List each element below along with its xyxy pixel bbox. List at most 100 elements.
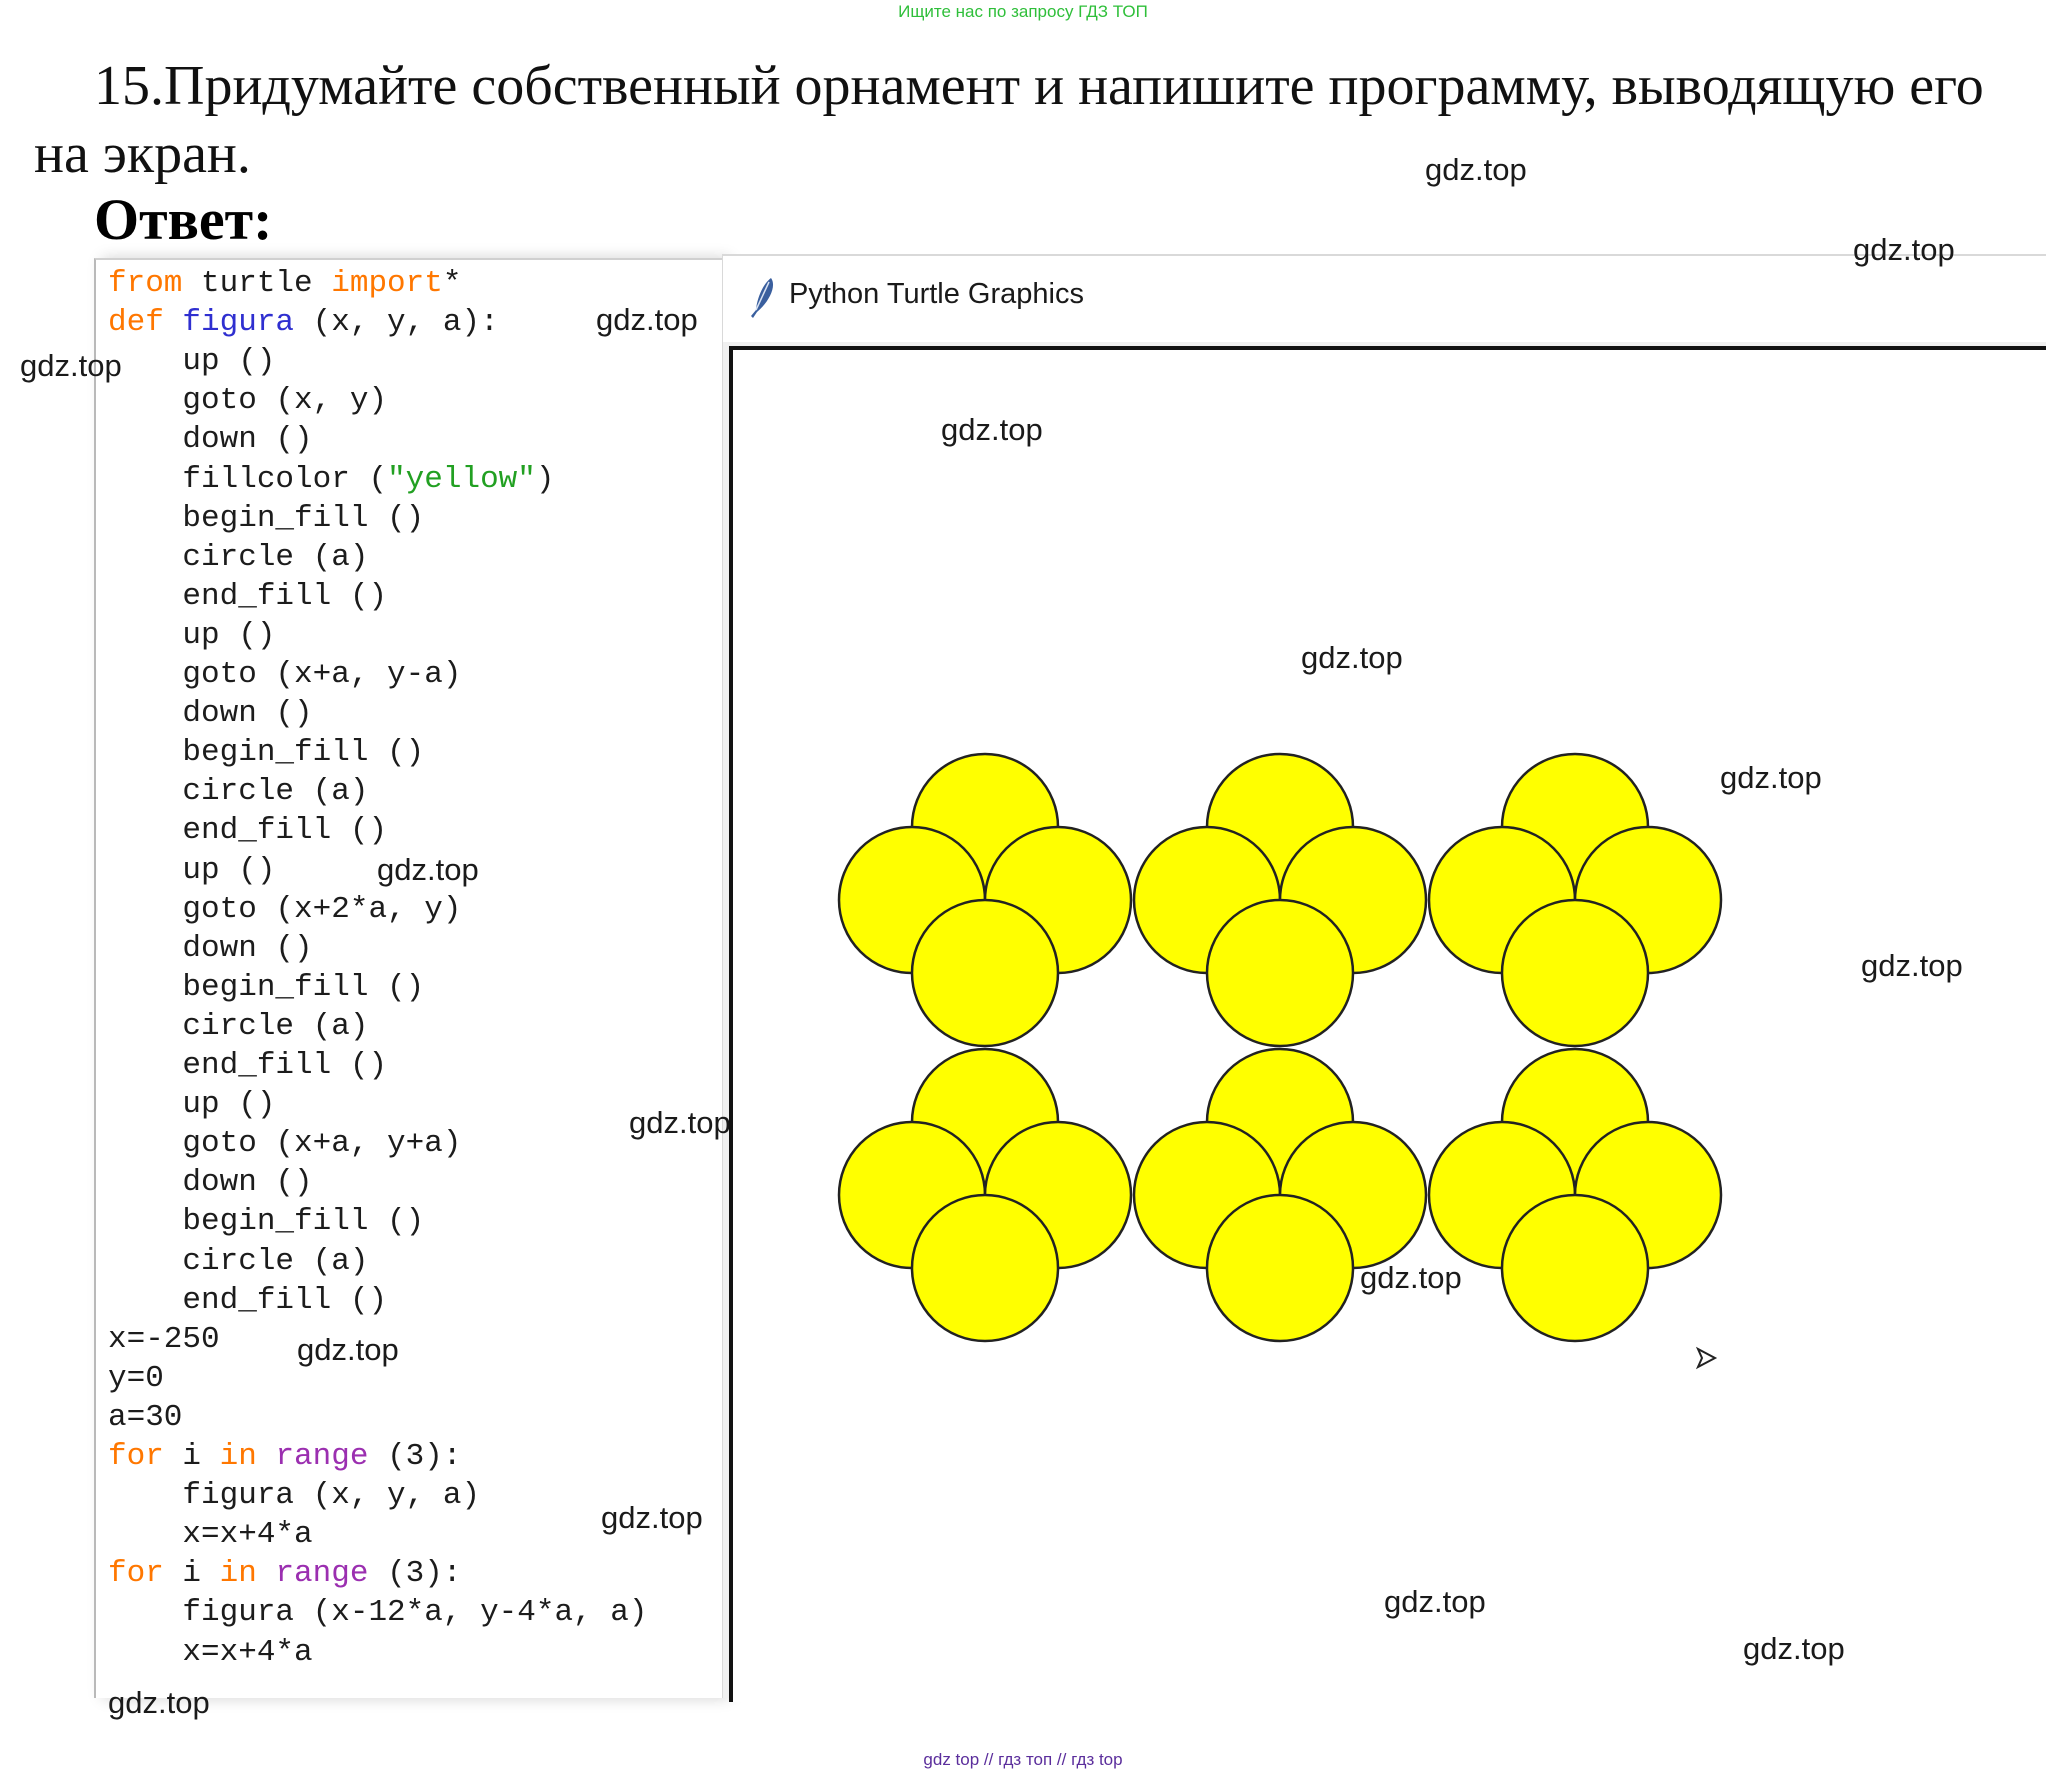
code-line: begin_fill ()	[108, 499, 424, 538]
code-token: "yellow"	[387, 461, 536, 497]
code-line: down ()	[108, 1163, 312, 1202]
code-line: end_fill ()	[108, 1281, 387, 1320]
watermark-text: gdz.top	[1360, 1260, 1462, 1295]
code-line: figura (x, y, a)	[108, 1476, 480, 1515]
code-token: def	[108, 305, 164, 341]
code-line: up ()	[108, 1085, 275, 1124]
watermark-text: gdz.top	[1743, 1631, 1845, 1666]
ornament-figure	[1132, 752, 1428, 1048]
footer-note: gdz top // гдз топ // гдз top	[923, 1750, 1123, 1769]
code-token: fillcolor (	[182, 461, 388, 497]
watermark-text: gdz.top	[629, 1105, 731, 1140]
watermark-text: gdz.top	[1853, 232, 1955, 267]
code-token: up ()	[182, 617, 276, 653]
code-line: end_fill ()	[108, 577, 387, 616]
code-line: x=x+4*a	[108, 1515, 313, 1554]
top-note: Ищите нас по запросу ГДЗ ТОП	[898, 2, 1148, 21]
code-token: up ()	[182, 852, 276, 888]
code-token: figura (x, y, a)	[182, 1478, 481, 1514]
code-token: begin_fill ()	[182, 1204, 425, 1240]
code-token: begin_fill ()	[182, 735, 425, 771]
code-line: up ()	[108, 616, 275, 655]
code-line: begin_fill ()	[108, 1202, 424, 1241]
ornament-circle	[1205, 898, 1355, 1048]
watermark-text: gdz.top	[596, 302, 698, 337]
task-number: 15.	[94, 55, 164, 117]
window-title: Python Turtle Graphics	[789, 278, 1084, 310]
code-line: circle (a)	[108, 538, 368, 577]
code-token: goto (x+2*a, y)	[182, 891, 462, 927]
code-token: (x, y, a):	[294, 305, 499, 341]
code-token: down ()	[182, 930, 313, 966]
code-line: circle (a)	[108, 1242, 368, 1281]
watermark-text: gdz.top	[297, 1332, 399, 1367]
code-editor[interactable]: from turtle import* def figura (x, y, a):…	[94, 258, 722, 1698]
code-token: goto (x, y)	[182, 383, 388, 419]
code-token: turtle	[182, 266, 332, 301]
ornament-circle	[910, 898, 1060, 1048]
code-token: figura (x-12*a, y-4*a, a)	[182, 1595, 648, 1631]
code-token: from	[108, 266, 183, 301]
ornament-drawing	[837, 752, 1723, 1370]
code-token: (3):	[368, 1556, 462, 1592]
window-titlebar[interactable]: Python Turtle Graphics	[723, 256, 2046, 342]
code-token: end_fill ()	[182, 1048, 388, 1083]
code-token: i	[163, 1439, 220, 1474]
code-token: a=30	[108, 1399, 183, 1435]
feather-icon	[751, 278, 774, 318]
watermark-text: gdz.top	[941, 412, 1043, 447]
code-line: begin_fill ()	[108, 968, 424, 1007]
code-token: up ()	[182, 1087, 276, 1123]
code-token: circle (a)	[182, 1008, 369, 1044]
watermark-text: gdz.top	[1720, 760, 1822, 795]
code-token: end_fill ()	[182, 813, 388, 849]
answer-label: Ответ:	[94, 187, 273, 252]
ornament-circle	[1205, 1193, 1355, 1343]
ornament-circle	[910, 1193, 1060, 1343]
code-line: x=-250	[108, 1320, 220, 1359]
code-token: x=x+4*a	[182, 1517, 313, 1553]
code-line: goto (x, y)	[108, 381, 387, 420]
code-token: end_fill ()	[182, 578, 388, 614]
watermark-text: gdz.top	[601, 1500, 703, 1535]
ornament-figure	[1427, 1047, 1723, 1343]
watermark-text: gdz.top	[1384, 1584, 1486, 1619]
code-line: down ()	[108, 420, 312, 459]
code-token: begin_fill ()	[182, 500, 425, 536]
code-token: circle (a)	[182, 1243, 369, 1279]
code-line: end_fill ()	[108, 1046, 387, 1085]
watermark-text: gdz.top	[1861, 948, 1963, 983]
watermark-text: gdz.top	[377, 852, 479, 887]
ornament-figure	[837, 752, 1133, 1048]
code-token: range	[275, 1439, 369, 1474]
code-token: in	[219, 1556, 257, 1592]
code-token: for	[108, 1439, 164, 1474]
watermark-text: gdz.top	[1425, 152, 1527, 187]
watermark-text: gdz.top	[108, 1685, 210, 1720]
task-body: Придумайте собственный орнамент и напиши…	[34, 55, 1984, 185]
code-token: in	[219, 1439, 257, 1474]
code-token: range	[275, 1556, 369, 1592]
code-line: figura (x-12*a, y-4*a, a)	[108, 1593, 648, 1632]
code-line: for i in range (3):	[108, 1554, 461, 1593]
ornament-figure	[1132, 1047, 1428, 1343]
code-token: down ()	[182, 696, 313, 732]
watermark-text: gdz.top	[20, 348, 122, 383]
